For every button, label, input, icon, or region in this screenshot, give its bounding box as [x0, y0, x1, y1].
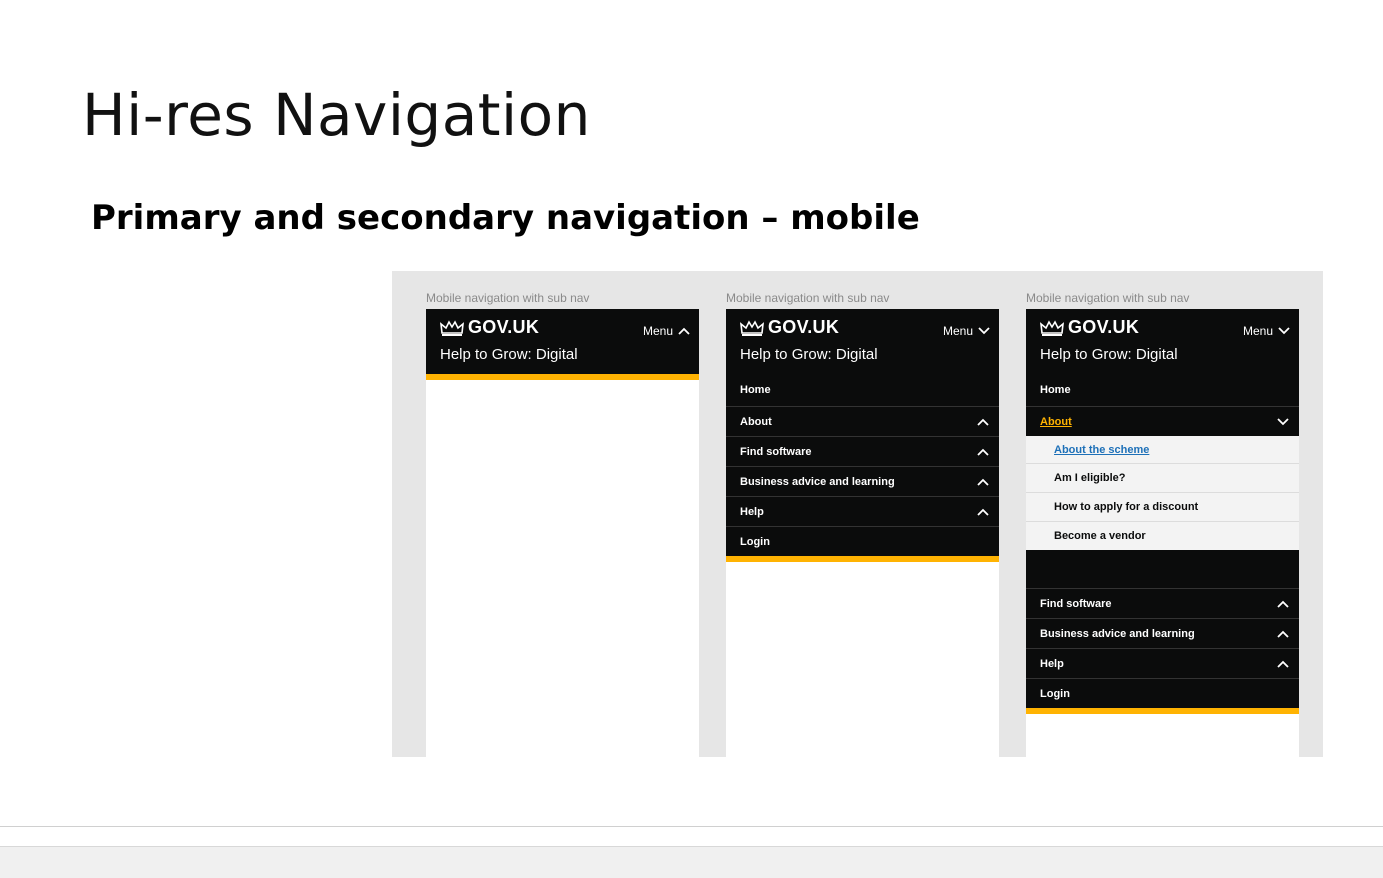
chevron-up-icon: [678, 327, 690, 335]
mobile-frame-collapsed: GOV.UK Menu Help to Grow: Digital: [426, 309, 699, 757]
nav-item-login[interactable]: Login: [1026, 678, 1299, 708]
chevron-up-icon: [977, 448, 989, 456]
nav-item-label: About: [1040, 415, 1072, 428]
sub-nav-item-how-to-apply[interactable]: How to apply for a discount: [1026, 492, 1299, 521]
slide-subtitle: Primary and secondary navigation – mobil…: [91, 198, 920, 238]
secondary-nav: About the scheme Am I eligible? How to a…: [1026, 436, 1299, 550]
header-accent-bar: [726, 556, 999, 562]
nav-item-label: Home: [740, 384, 771, 396]
nav-item-label: Home: [1040, 384, 1071, 396]
sub-nav-item-label: Become a vendor: [1054, 530, 1146, 542]
sub-nav-item-label: About the scheme: [1054, 443, 1150, 456]
site-header: GOV.UK Menu Help to Grow: Digital: [426, 309, 699, 374]
mobile-frame-subnav-open: GOV.UK Menu Help to Grow: Digital Home A…: [1026, 309, 1299, 757]
nav-item-label: Login: [740, 535, 770, 548]
nav-spacer: [1026, 550, 1299, 588]
chevron-up-icon: [1277, 630, 1289, 638]
menu-label: Menu: [1242, 324, 1273, 338]
nav-item-label: Business advice and learning: [1040, 627, 1195, 640]
chevron-up-icon: [977, 478, 989, 486]
menu-button[interactable]: Menu: [1243, 324, 1290, 338]
chevron-up-icon: [977, 508, 989, 516]
primary-nav-continued: Find software Business advice and learni…: [1026, 588, 1299, 708]
menu-label: Menu: [942, 324, 973, 338]
menu-button[interactable]: Menu: [943, 324, 990, 338]
chevron-up-icon: [1277, 660, 1289, 668]
frame-caption: Mobile navigation with sub nav: [426, 291, 590, 305]
nav-item-label: Login: [1040, 687, 1070, 700]
primary-nav: Home About: [1026, 374, 1299, 436]
chevron-down-icon: [1277, 417, 1289, 425]
nav-item-label: Find software: [1040, 597, 1112, 610]
chevron-down-icon: [1278, 327, 1290, 335]
frame-caption: Mobile navigation with sub nav: [726, 291, 890, 305]
nav-item-home[interactable]: Home: [726, 374, 999, 406]
nav-item-business-advice[interactable]: Business advice and learning: [726, 466, 999, 496]
crown-icon: [440, 319, 464, 336]
govuk-logo[interactable]: GOV.UK: [1040, 317, 1139, 338]
brand-name: GOV.UK: [768, 317, 840, 337]
crown-icon: [740, 319, 764, 336]
nav-item-find-software[interactable]: Find software: [1026, 588, 1299, 618]
sub-nav-item-am-i-eligible[interactable]: Am I eligible?: [1026, 463, 1299, 492]
site-header: GOV.UK Menu Help to Grow: Digital: [1026, 309, 1299, 374]
status-strip: [0, 846, 1383, 878]
primary-nav: Home About Find software Business advice…: [726, 374, 999, 556]
govuk-logo[interactable]: GOV.UK: [740, 317, 839, 338]
nav-item-label: About: [740, 415, 772, 428]
nav-item-help[interactable]: Help: [726, 496, 999, 526]
sub-nav-item-label: How to apply for a discount: [1054, 501, 1199, 513]
sub-nav-item-about-the-scheme[interactable]: About the scheme: [1026, 436, 1299, 463]
mobile-frame-menu-open: GOV.UK Menu Help to Grow: Digital Home A…: [726, 309, 999, 757]
slide-title: Hi-res Navigation: [82, 81, 591, 149]
nav-item-business-advice[interactable]: Business advice and learning: [1026, 618, 1299, 648]
nav-item-about[interactable]: About: [726, 406, 999, 436]
nav-item-label: Find software: [740, 445, 812, 458]
divider: [0, 826, 1383, 827]
service-name[interactable]: Help to Grow: Digital: [1040, 346, 1178, 363]
header-accent-bar: [1026, 708, 1299, 714]
menu-label: Menu: [642, 324, 673, 338]
sub-nav-item-label: Am I eligible?: [1054, 472, 1126, 484]
nav-item-label: Help: [1040, 657, 1064, 670]
brand-name: GOV.UK: [468, 317, 540, 337]
frame-caption: Mobile navigation with sub nav: [1026, 291, 1190, 305]
site-header: GOV.UK Menu Help to Grow: Digital: [726, 309, 999, 374]
header-accent-bar: [426, 374, 699, 380]
chevron-up-icon: [977, 418, 989, 426]
nav-item-find-software[interactable]: Find software: [726, 436, 999, 466]
brand-name: GOV.UK: [1068, 317, 1140, 337]
sub-nav-item-become-a-vendor[interactable]: Become a vendor: [1026, 521, 1299, 550]
menu-button[interactable]: Menu: [643, 324, 690, 338]
service-name[interactable]: Help to Grow: Digital: [740, 346, 878, 363]
nav-item-login[interactable]: Login: [726, 526, 999, 556]
chevron-up-icon: [1277, 600, 1289, 608]
mockup-panel: Mobile navigation with sub nav GOV.UK Me…: [392, 271, 1323, 757]
service-name[interactable]: Help to Grow: Digital: [440, 346, 578, 363]
nav-item-label: Business advice and learning: [740, 475, 895, 488]
nav-item-help[interactable]: Help: [1026, 648, 1299, 678]
nav-item-home[interactable]: Home: [1026, 374, 1299, 406]
nav-item-label: Help: [740, 505, 764, 518]
chevron-down-icon: [978, 327, 990, 335]
crown-icon: [1040, 319, 1064, 336]
nav-item-about[interactable]: About: [1026, 406, 1299, 436]
govuk-logo[interactable]: GOV.UK: [440, 317, 539, 338]
